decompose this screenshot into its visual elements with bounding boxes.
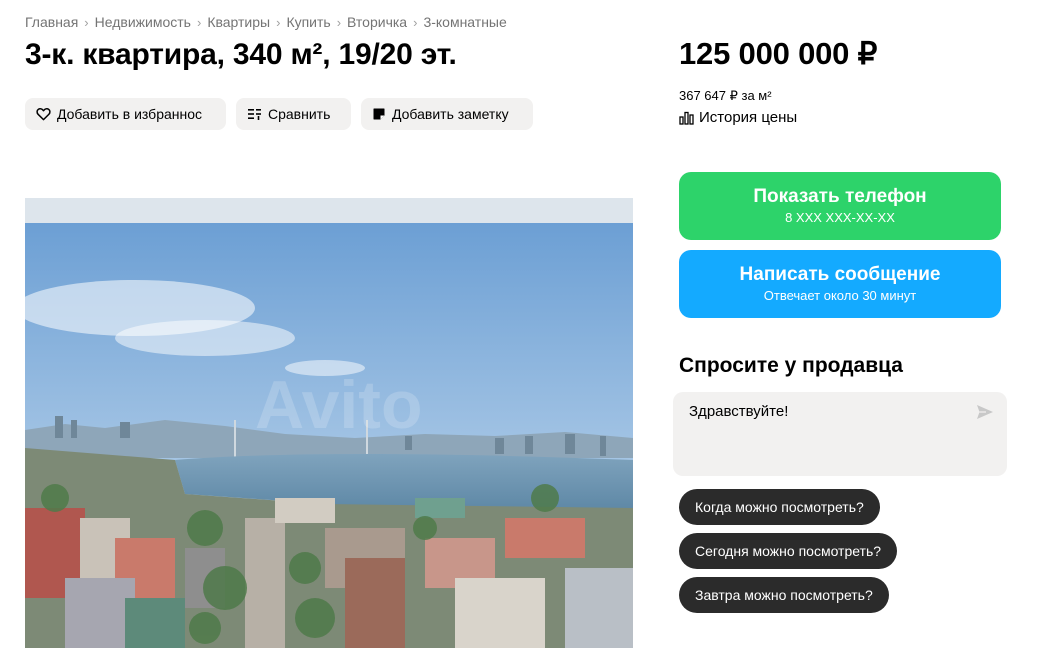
breadcrumb-home[interactable]: Главная xyxy=(25,14,78,30)
add-to-favorites-label: Добавить в избраннос xyxy=(57,106,203,122)
ask-seller-text: Здравствуйте! xyxy=(689,403,789,420)
price: 125 000 000 ₽ xyxy=(679,36,878,71)
breadcrumb-3-rooms[interactable]: 3-комнатные xyxy=(423,14,506,30)
write-message-button[interactable]: Написать сообщение Отвечает около 30 мин… xyxy=(679,250,1001,318)
breadcrumb-secondary[interactable]: Вторичка xyxy=(347,14,407,30)
chevron-right-icon: › xyxy=(276,15,281,30)
breadcrumb: Главная › Недвижимость › Квартиры › Купить › Вто… xyxy=(25,14,507,30)
write-message-label: Написать сообщение xyxy=(739,264,941,285)
price-history-link[interactable]: История цены xyxy=(679,109,797,126)
ask-seller-title: Спросите у продавца xyxy=(679,354,903,377)
breadcrumb-realty[interactable]: Недвижимость xyxy=(95,14,191,30)
note-icon xyxy=(373,108,385,120)
city-bay-photo: Avito xyxy=(25,198,633,648)
add-note-label: Добавить заметку xyxy=(392,106,509,122)
add-note-button[interactable]: Добавить заметку xyxy=(361,98,533,130)
heart-icon xyxy=(36,108,51,121)
breadcrumb-buy[interactable]: Купить xyxy=(286,14,330,30)
send-icon[interactable] xyxy=(976,404,994,420)
page-title: 3-к. квартира, 340 м², 19/20 эт. xyxy=(25,38,457,71)
chevron-right-icon: › xyxy=(84,15,89,30)
show-phone-label: Показать телефон xyxy=(753,186,927,207)
price-per-m2: 367 647 ₽ за м² xyxy=(679,88,772,103)
quick-question-chip[interactable]: Когда можно посмотреть? xyxy=(679,489,880,525)
watermark-text: Avito xyxy=(255,367,422,443)
price-history-label: История цены xyxy=(699,109,798,126)
quick-question-chip[interactable]: Сегодня можно посмотреть? xyxy=(679,533,898,569)
compare-icon xyxy=(248,109,261,120)
compare-label: Сравнить xyxy=(268,106,331,122)
chevron-right-icon: › xyxy=(336,15,342,30)
show-phone-button[interactable]: Показать телефон 8 XXX XXX-XX-XX xyxy=(679,172,1001,240)
breadcrumb-apartments[interactable]: Квартиры xyxy=(207,14,270,30)
ask-seller-input[interactable]: Здравствуйте! xyxy=(673,392,1007,476)
listing-photo[interactable]: Avito xyxy=(25,198,633,648)
chevron-right-icon: › xyxy=(413,15,418,30)
compare-button[interactable]: Сравнить xyxy=(236,98,351,130)
bar-chart-icon xyxy=(679,111,694,125)
add-to-favorites-button[interactable]: Добавить в избраннос xyxy=(25,98,226,130)
masked-phone: 8 XXX XXX-XX-XX xyxy=(785,210,895,225)
quick-question-chip[interactable]: Завтра можно посмотреть? xyxy=(679,577,889,613)
response-time: Отвечает около 30 минут xyxy=(763,288,917,303)
chevron-right-icon: › xyxy=(196,15,202,30)
